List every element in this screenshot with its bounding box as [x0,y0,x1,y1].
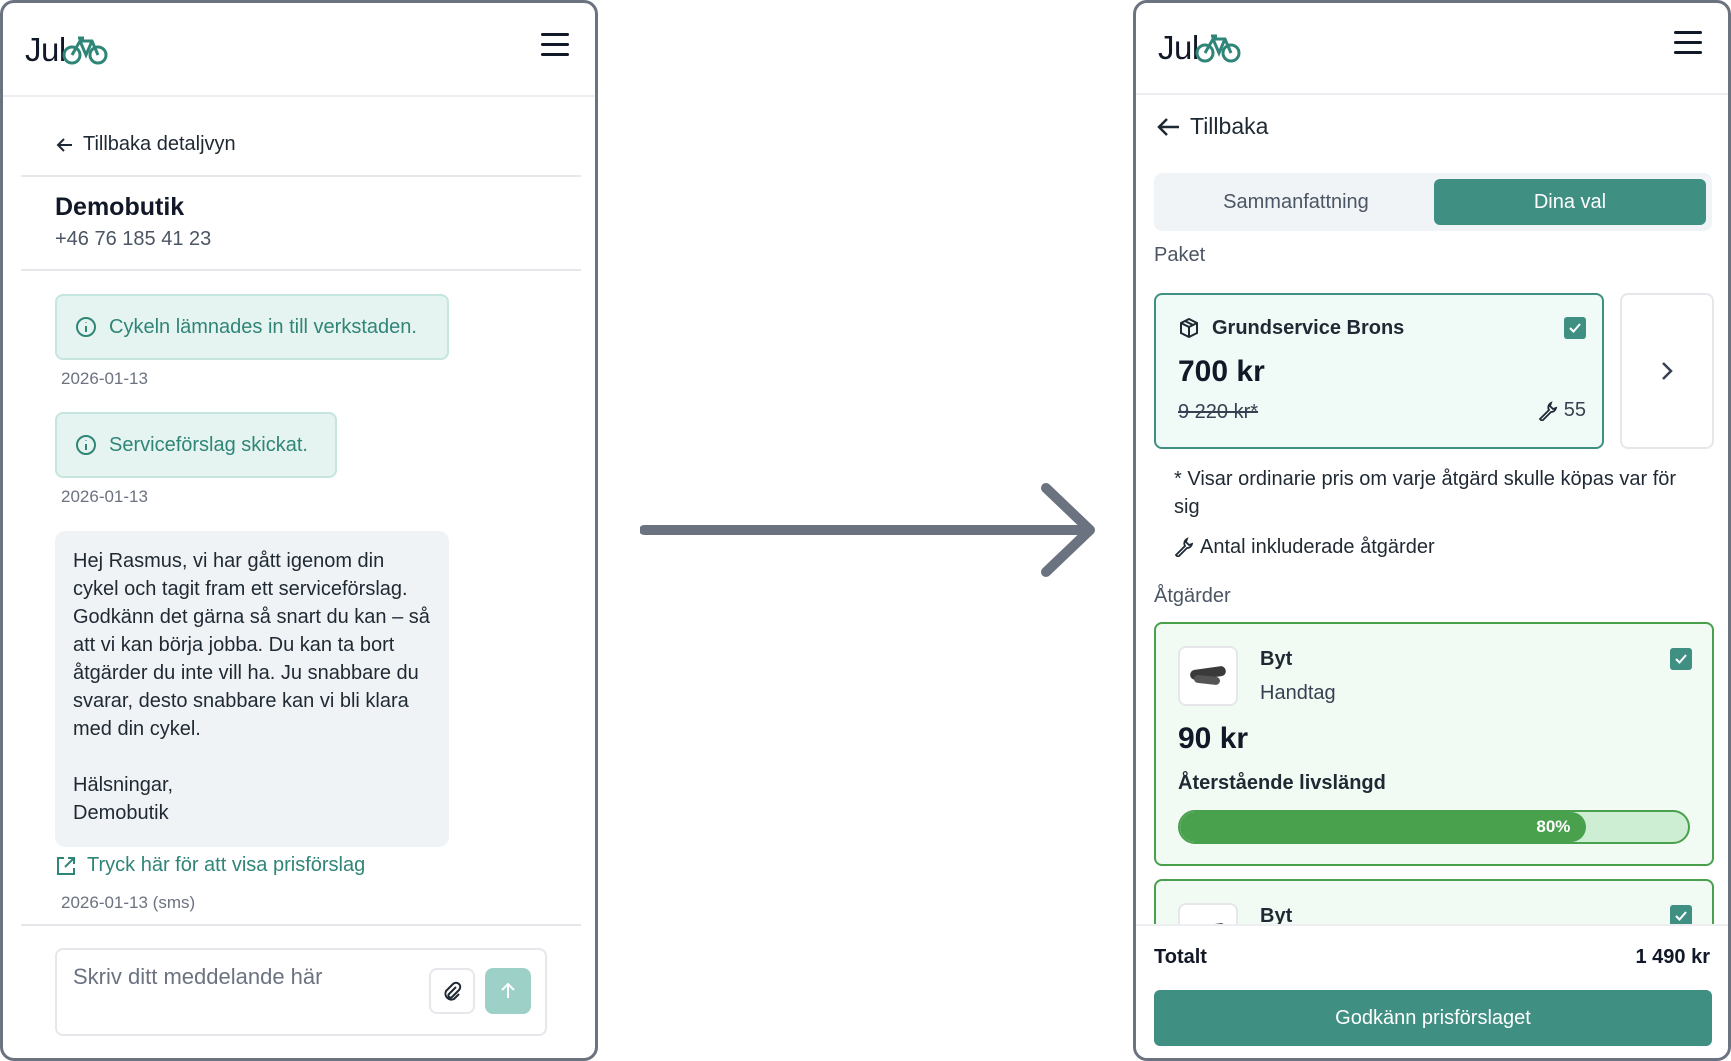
attach-button[interactable] [429,968,475,1014]
shop-phone: +46 76 185 41 23 [55,228,212,250]
tab-choices[interactable]: Dina val [1434,179,1706,225]
chat-screen: Jul Tillbaka detaljvyn Demobutik +46 76 … [0,0,598,1061]
package-checkbox[interactable] [1564,317,1586,339]
top-bar: Jul [3,3,595,97]
check-icon [1675,654,1687,664]
tab-summary[interactable]: Sammanfattning [1158,179,1434,225]
wrench-icon [1538,400,1557,421]
approve-button[interactable]: Godkänn prisförslaget [1154,990,1712,1046]
bike-icon [1195,34,1241,63]
arrow-left-icon [1157,117,1179,136]
logo[interactable]: Jul [25,31,108,69]
lifespan-label: Återstående livslängd [1178,772,1386,794]
shop-name: Demobutik [55,193,185,221]
message-body: Hej Rasmus, vi har gått igenom din cykel… [73,550,430,740]
logo-text: Jul [25,31,66,68]
top-bar: Jul [1136,3,1728,95]
menu-button[interactable] [1674,31,1702,55]
arrow-left-icon [56,137,72,152]
tab-bar: Sammanfattning Dina val [1154,173,1712,231]
price-link[interactable]: Tryck här för att visa prisförslag [55,854,365,877]
product-thumbnail [1178,646,1238,706]
check-icon [1675,911,1687,921]
message-greeting: Hälsningar, [73,774,174,796]
count-legend: Antal inkluderade åtgärder [1174,533,1435,561]
section-label-actions: Åtgärder [1154,585,1231,607]
action-card[interactable]: Byt Handtag 90 kr Återstående livslängd … [1154,622,1714,866]
event-message: Cykeln lämnades in till verkstaden. [55,294,449,360]
wrench-icon [1174,537,1194,557]
price-note: * Visar ordinarie pris om varje åtgärd s… [1174,468,1677,518]
price-link-label: Tryck här för att visa prisförslag [87,854,366,876]
section-label-package: Paket [1154,244,1206,266]
handlebar-grip-icon [1190,666,1226,685]
message-composer [55,948,547,1036]
lifespan-bar: 80% [1178,810,1690,844]
event-date: 2026-01-13 [61,369,148,388]
event-date: 2026-01-13 [61,487,148,506]
message-signature: Demobutik [73,802,169,824]
divider [21,924,581,926]
action-checkbox[interactable] [1670,648,1692,670]
total-footer: Totalt 1 490 kr Godkänn prisförslaget [1136,924,1728,1058]
logo-text: Jul [1158,29,1199,66]
action-item: Handtag [1260,682,1336,704]
back-button[interactable]: Tillbaka detaljvyn [55,133,236,156]
package-icon [1180,317,1198,339]
menu-button[interactable] [541,33,569,57]
back-label: Tillbaka [1190,113,1269,139]
total-value: 1 490 kr [1635,946,1710,968]
total-label: Totalt [1154,946,1207,968]
logo[interactable]: Jul [1158,29,1241,67]
lifespan-fill: 80% [1180,812,1587,842]
info-icon [76,317,96,337]
package-card[interactable]: Grundservice Brons 700 kr 9 220 kr* 55 [1154,293,1604,449]
count-legend-label: Antal inkluderade åtgärder [1200,536,1435,558]
info-icon [76,435,96,455]
send-button[interactable] [485,968,531,1014]
check-icon [1569,323,1581,333]
arrow-up-icon [501,982,515,998]
action-price: 90 kr [1178,722,1249,755]
package-original-price: 9 220 kr* [1178,401,1259,423]
event-text: Cykeln lämnades in till verkstaden. [109,315,417,338]
message-input[interactable] [73,964,413,990]
event-message: Serviceförslag skickat. [55,412,337,478]
message-bubble: Hej Rasmus, vi har gått igenom din cykel… [55,531,449,847]
price-proposal-screen: Jul Tillbaka Sammanfattning Dina val Pak… [1133,0,1731,1061]
divider [21,269,581,271]
chevron-right-icon [1662,362,1673,380]
package-title: Grundservice Brons [1212,317,1405,339]
arrow-right-icon [640,483,1095,577]
event-text: Serviceförslag skickat. [109,433,308,456]
back-button[interactable]: Tillbaka [1156,113,1268,140]
package-price: 700 kr [1178,355,1265,388]
external-link-icon [57,856,75,875]
included-count: 55 [1538,399,1586,422]
divider [21,175,581,177]
next-package-button[interactable] [1620,293,1714,449]
event-date: 2026-01-13 (sms) [61,893,196,912]
included-count-value: 55 [1563,399,1586,421]
bike-icon [62,36,108,65]
paperclip-icon [444,981,462,1001]
action-verb: Byt [1260,648,1293,670]
lifespan-percent: 80% [1536,817,1571,836]
back-label: Tillbaka detaljvyn [83,133,236,155]
